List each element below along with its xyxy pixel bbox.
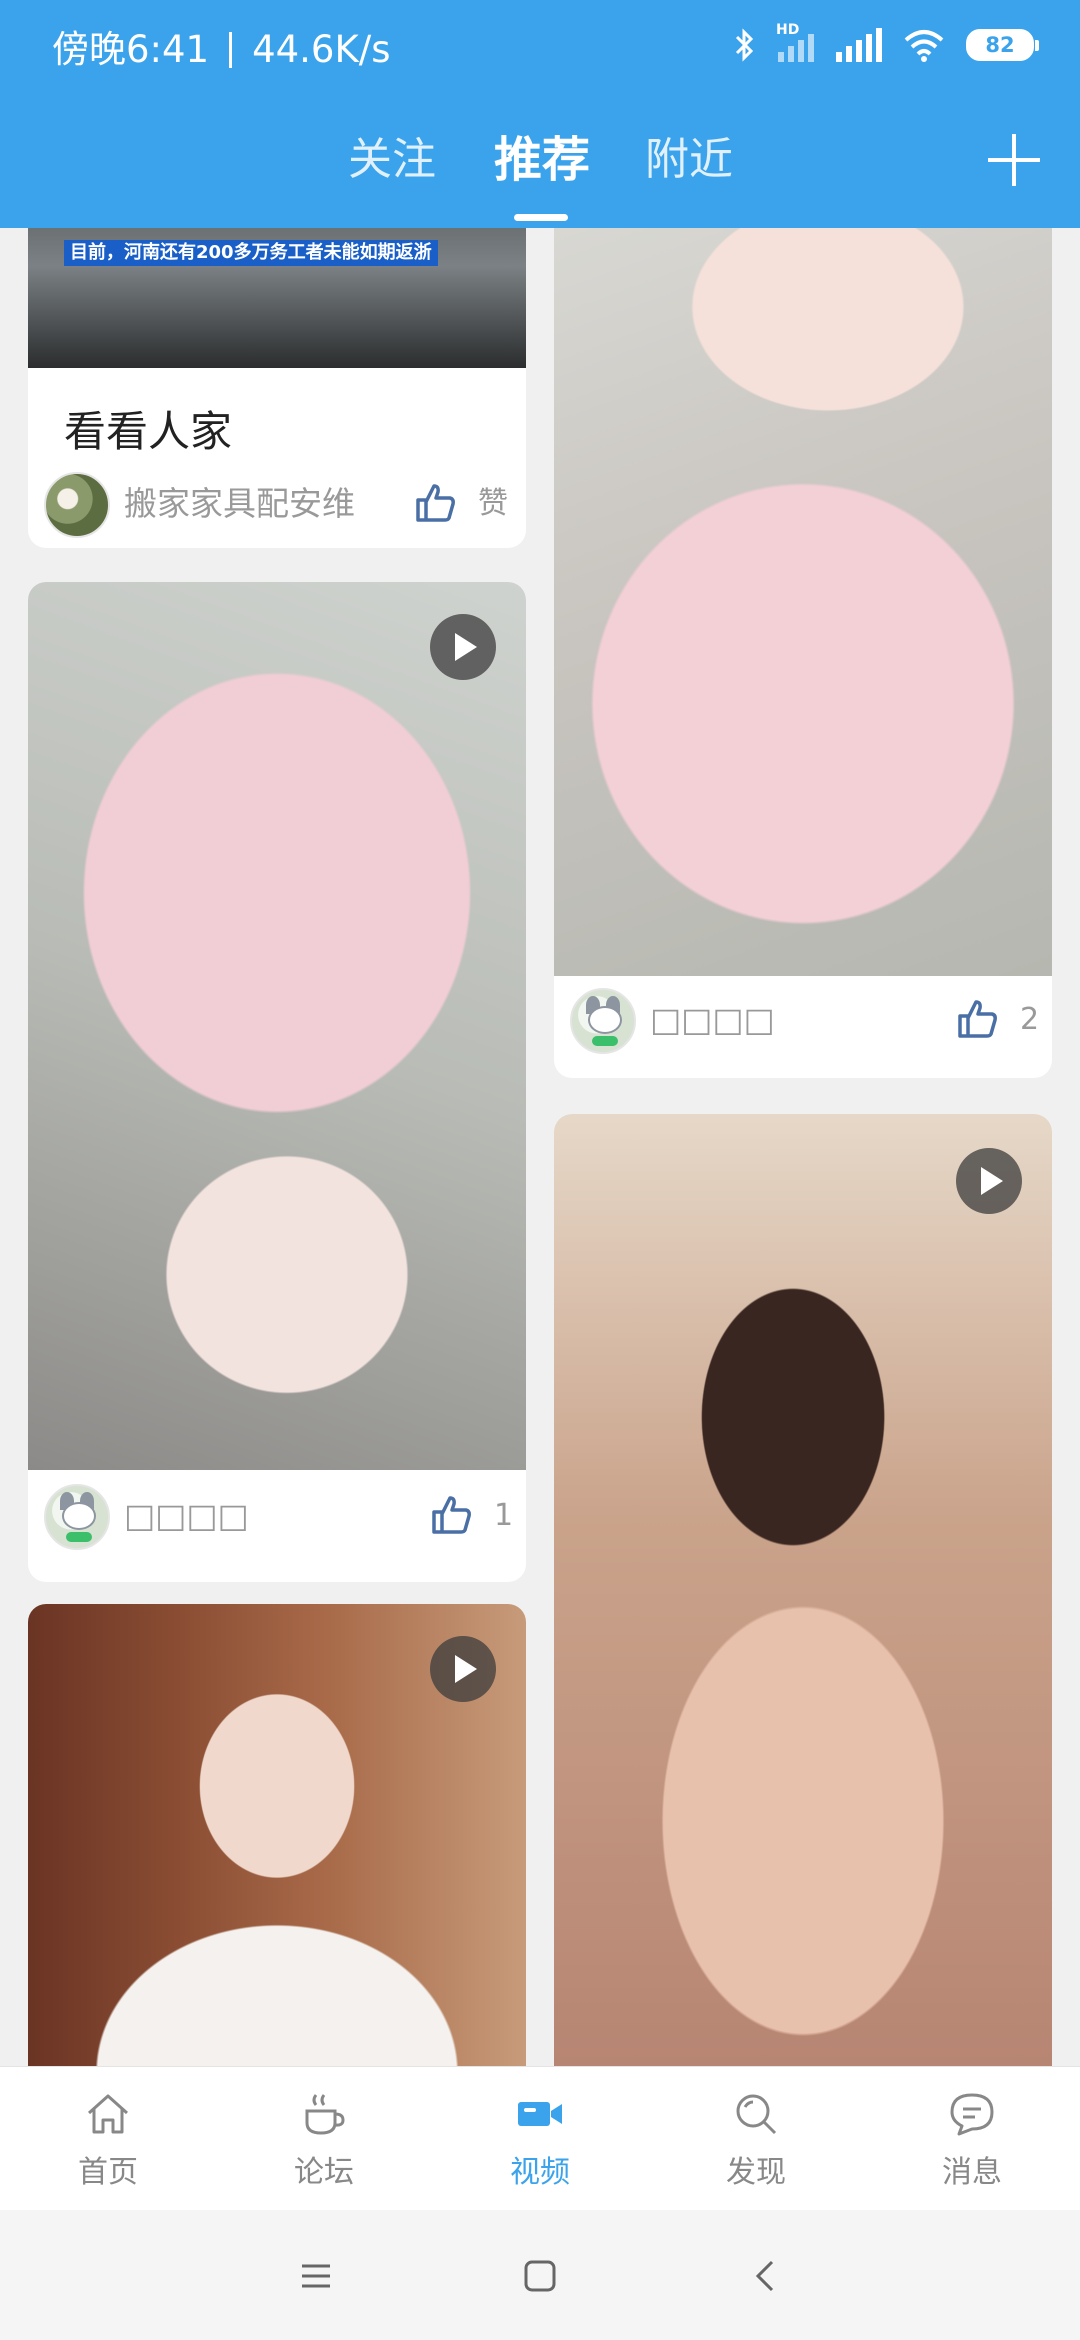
thumbs-up-icon[interactable] xyxy=(954,996,1000,1042)
status-icons: HD 82 xyxy=(734,22,1039,62)
menu-icon[interactable] xyxy=(288,2248,344,2304)
card-footer: □□□□ 2 xyxy=(554,976,1052,1066)
card-thumbnail[interactable]: 目前，河南还有200多万务工者未能如期返浙 xyxy=(28,228,526,368)
nav-home[interactable]: 首页 xyxy=(0,2067,216,2211)
avatar[interactable] xyxy=(44,472,110,538)
news-caption: 目前，河南还有200多万务工者未能如期返浙 xyxy=(64,240,438,266)
card-thumbnail[interactable] xyxy=(28,582,526,1470)
author-name[interactable]: □□□□ xyxy=(650,996,775,1044)
tab-nearby[interactable]: 附近 xyxy=(645,130,733,190)
thumbs-up-icon[interactable] xyxy=(412,480,458,526)
nav-label: 首页 xyxy=(78,2155,138,2190)
like-count: 赞 xyxy=(478,486,508,521)
feed-card[interactable]: □□□□ 2 xyxy=(554,228,1052,1078)
status-left: 傍晚6:41 44.6K/s xyxy=(52,26,390,74)
network-speed: 44.6K/s xyxy=(252,28,391,71)
wifi-icon xyxy=(904,30,944,62)
home-icon xyxy=(87,2094,129,2134)
play-icon[interactable] xyxy=(956,1148,1022,1214)
nav-label: 视频 xyxy=(510,2155,570,2190)
nav-label: 发现 xyxy=(726,2155,786,2190)
bottom-navigation: 首页 论坛 视频 发现 消息 xyxy=(0,2066,1080,2210)
coffee-cup-icon xyxy=(305,2094,345,2135)
like-count: 1 xyxy=(494,1498,514,1533)
card-footer: 搬家家具配安维 赞 xyxy=(28,460,526,548)
like-count: 2 xyxy=(1020,1002,1040,1037)
system-navigation-bar xyxy=(0,2210,1080,2340)
feed-card[interactable]: 目前，河南还有200多万务工者未能如期返浙 看看人家 搬家家具配安维 赞 xyxy=(28,228,526,548)
video-camera-icon xyxy=(518,2102,562,2126)
active-tab-indicator xyxy=(514,214,568,221)
nav-messages[interactable]: 消息 xyxy=(864,2067,1080,2211)
cell-signal-icon xyxy=(836,28,882,62)
card-footer: □□□□ 1 xyxy=(28,1472,526,1562)
card-thumbnail[interactable] xyxy=(554,1114,1052,2066)
status-bar: 傍晚6:41 44.6K/s HD 82 xyxy=(0,0,1080,100)
nav-label: 消息 xyxy=(942,2155,1002,2190)
nav-label: 论坛 xyxy=(294,2155,354,2190)
avatar[interactable] xyxy=(570,988,636,1054)
nav-discover[interactable]: 发现 xyxy=(648,2067,864,2211)
author-name[interactable]: □□□□ xyxy=(124,1492,249,1540)
card-thumbnail[interactable] xyxy=(28,1604,526,2066)
battery-icon: 82 xyxy=(966,29,1039,61)
card-thumbnail[interactable] xyxy=(554,228,1052,976)
tab-following[interactable]: 关注 xyxy=(348,130,436,190)
feed-card[interactable] xyxy=(28,1604,526,2066)
status-time: 傍晚6:41 xyxy=(52,28,210,71)
play-icon[interactable] xyxy=(430,614,496,680)
top-header: 傍晚6:41 44.6K/s HD 82 关注 推荐 附近 xyxy=(0,0,1080,228)
feed-card[interactable] xyxy=(554,1114,1052,2066)
feed-card[interactable]: □□□□ 1 xyxy=(28,582,526,1582)
hd-signal-icon: HD xyxy=(776,22,814,62)
play-icon[interactable] xyxy=(430,1636,496,1702)
back-chevron-icon[interactable] xyxy=(738,2248,794,2304)
nav-forum[interactable]: 论坛 xyxy=(216,2067,432,2211)
header-tabs: 关注 推荐 附近 xyxy=(0,118,1080,208)
chat-bubble-icon xyxy=(950,2093,994,2136)
video-feed[interactable]: 目前，河南还有200多万务工者未能如期返浙 看看人家 搬家家具配安维 赞 □□□… xyxy=(0,228,1080,2066)
home-square-icon[interactable] xyxy=(512,2248,568,2304)
tab-recommended[interactable]: 推荐 xyxy=(494,130,590,190)
card-title[interactable]: 看看人家 xyxy=(64,398,232,459)
nav-video[interactable]: 视频 xyxy=(432,2067,648,2211)
bluetooth-icon xyxy=(735,28,754,62)
thumbs-up-icon[interactable] xyxy=(428,1492,474,1538)
avatar[interactable] xyxy=(44,1484,110,1550)
search-icon xyxy=(736,2094,777,2135)
status-separator xyxy=(229,32,233,68)
plus-icon[interactable] xyxy=(984,130,1044,190)
author-name[interactable]: 搬家家具配安维 xyxy=(124,480,355,528)
